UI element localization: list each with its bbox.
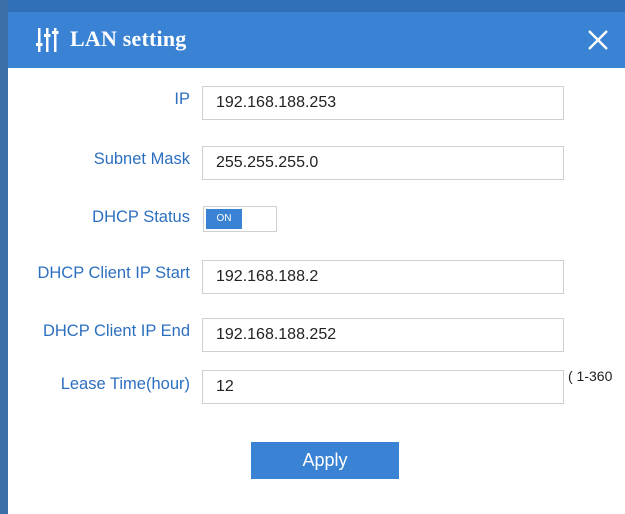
lease-time-field[interactable] (202, 370, 564, 404)
sliders-icon (36, 28, 62, 57)
dhcp-end-label: DHCP Client IP End (42, 322, 190, 340)
lan-setting-dialog: LAN setting IP Subnet Mask DHCP Status O… (8, 12, 625, 514)
apply-button[interactable]: Apply (251, 442, 399, 479)
subnet-mask-field[interactable] (202, 146, 564, 180)
lease-time-range-hint: ( 1-360 (568, 368, 613, 384)
dhcp-start-field[interactable] (202, 260, 564, 294)
dhcp-end-field[interactable] (202, 318, 564, 352)
dhcp-status-label: DHCP Status (92, 208, 190, 226)
ip-field[interactable] (202, 86, 564, 120)
dialog-titlebar: LAN setting (8, 12, 625, 68)
dialog-title: LAN setting (70, 26, 187, 51)
background-strip (0, 0, 8, 514)
close-icon[interactable] (586, 28, 610, 52)
subnet-mask-label: Subnet Mask (93, 150, 190, 168)
lease-time-label: Lease Time(hour) (60, 375, 190, 393)
ip-label: IP (174, 90, 190, 108)
dhcp-status-toggle[interactable]: ON (203, 206, 277, 232)
dhcp-start-label: DHCP Client IP Start (37, 264, 190, 282)
background-header (8, 0, 625, 12)
toggle-on-indicator: ON (206, 209, 242, 229)
